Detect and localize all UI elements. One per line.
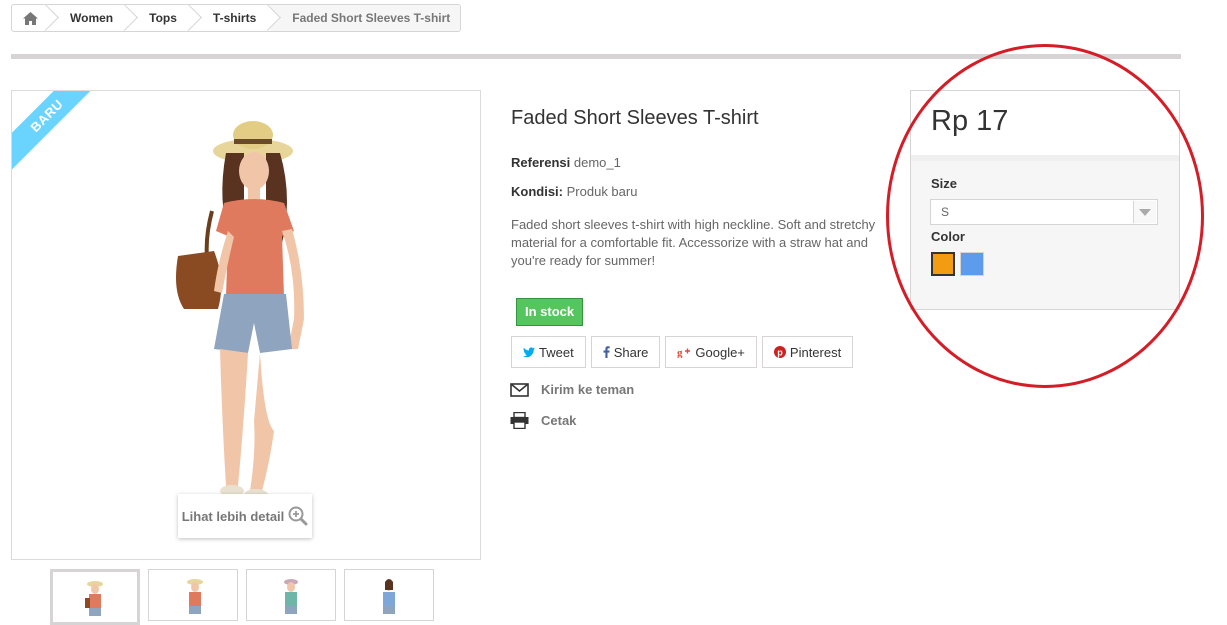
breadcrumb-item-tshirts[interactable]: T-shirts [191,5,270,31]
zoom-label: Lihat lebih detail [181,508,285,524]
envelope-icon [510,382,529,397]
thumbnail-1[interactable] [50,569,140,625]
breadcrumb-home[interactable] [12,5,48,31]
product-price: Rp 17 [931,105,1009,137]
zoom-in-icon [288,506,308,526]
product-title: Faded Short Sleeves T-shirt [511,107,759,129]
breadcrumb-label: Tops [149,11,177,25]
thumbnail-4[interactable] [344,569,434,621]
pinterest-button[interactable]: p Pinterest [761,336,854,368]
facebook-icon [603,346,610,358]
product-image-container[interactable]: BARU Lihat lebih detail [11,90,481,560]
product-image [176,121,304,501]
thumbnail-3[interactable] [246,569,336,621]
print-link[interactable]: Cetak [510,412,576,429]
pinterest-icon: p [773,346,786,358]
section-divider [11,54,1181,59]
buy-box: Rp 17 Size S Color [910,90,1180,310]
color-swatch-orange[interactable] [931,252,955,276]
stock-badge: In stock [516,298,584,326]
facebook-share-button[interactable]: Share [590,336,661,368]
thumbnail-image [187,579,203,614]
thumbnail-image [284,579,298,614]
condition-value: Produk baru [566,184,638,199]
product-reference: Referensi demo_1 [511,155,621,170]
social-share-buttons: Tweet Share g Google+ p Pinterest [511,336,854,368]
reference-label: Referensi [511,155,571,170]
thumbnail-2[interactable] [148,569,238,621]
breadcrumb-label: Women [70,11,114,25]
product-description: Faded short sleeves t-shirt with high ne… [511,217,876,268]
tweet-label: Tweet [539,344,574,360]
reference-value: demo_1 [573,155,621,170]
size-label: Size [931,176,958,191]
zoom-button[interactable]: Lihat lebih detail [178,494,312,538]
printer-icon [510,412,529,429]
color-label: Color [931,229,965,244]
size-selected-value: S [941,205,950,219]
googleplus-button[interactable]: g Google+ [665,336,757,368]
googleplus-icon: g [677,347,691,358]
breadcrumb-label: T-shirts [212,11,257,25]
tweet-button[interactable]: Tweet [511,336,586,368]
breadcrumb-item-women[interactable]: Women [48,5,127,31]
thumbnail-list [50,569,434,625]
condition-label: Kondisi: [511,184,563,199]
color-swatch-blue[interactable] [960,252,984,276]
chevron-down-icon [1133,201,1156,223]
send-to-friend-link[interactable]: Kirim ke teman [510,382,634,397]
size-select[interactable]: S [930,199,1158,225]
thumbnail-image [383,579,395,614]
breadcrumb-current-label: Faded Short Sleeves T-shirt [292,11,451,25]
home-icon [22,11,38,25]
price-section: Rp 17 [911,91,1179,161]
breadcrumb: Women Tops T-shirts Faded Short Sleeves … [11,4,462,32]
print-label: Cetak [541,413,577,428]
send-to-friend-label: Kirim ke teman [541,382,635,397]
twitter-icon [523,346,535,357]
svg-text:g: g [677,347,683,358]
svg-text:p: p [777,348,783,358]
product-condition: Kondisi: Produk baru [511,184,637,199]
pinterest-label: Pinterest [789,344,842,360]
googleplus-label: Google+ [695,344,745,360]
share-label: Share [613,344,649,360]
breadcrumb-current: Faded Short Sleeves T-shirt [270,5,461,31]
